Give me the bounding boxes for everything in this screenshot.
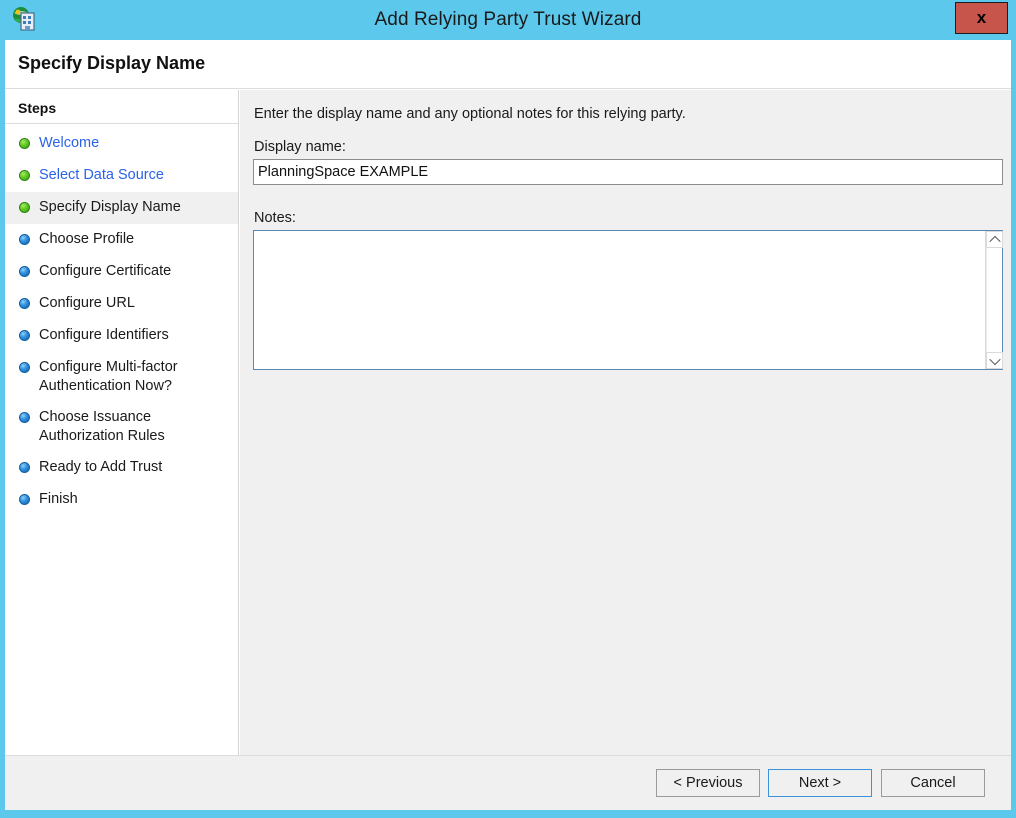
sidebar-item-label: Ready to Add Trust (39, 459, 163, 475)
page-title: Specify Display Name (18, 53, 206, 73)
display-name-input[interactable] (253, 159, 1003, 185)
notes-scrollbar[interactable] (985, 231, 1003, 369)
step-bullet-green-icon (19, 138, 30, 149)
step-bullet-blue-icon (19, 494, 30, 505)
chevron-up-icon (988, 235, 1001, 247)
sidebar-item-welcome[interactable]: Welcome (5, 128, 238, 160)
sidebar-item-label: Finish (39, 491, 78, 507)
intro-text: Enter the display name and any optional … (254, 106, 686, 122)
cancel-button[interactable]: Cancel (881, 769, 985, 797)
steps-heading: Steps (18, 100, 57, 116)
sidebar-item-configure-certificate[interactable]: Configure Certificate (5, 256, 238, 288)
notes-label: Notes: (254, 210, 296, 226)
notes-field (253, 230, 1003, 370)
steps-sidebar: Steps Welcome Select Data Source Specify D… (5, 90, 239, 810)
scroll-down-button[interactable] (986, 352, 1003, 369)
sidebar-item-configure-url[interactable]: Configure URL (5, 288, 238, 320)
sidebar-item-choose-issuance-authorization-rules[interactable]: Choose Issuance Authorization Rules (5, 402, 238, 452)
sidebar-item-configure-identifiers[interactable]: Configure Identifiers (5, 320, 238, 352)
sidebar-item-configure-multi-factor-authentication-now[interactable]: Configure Multi-factor Authentication No… (5, 352, 238, 402)
window-title: Add Relying Party Trust Wizard (374, 9, 642, 30)
sidebar-item-ready-to-add-trust[interactable]: Ready to Add Trust (5, 452, 238, 484)
sidebar-item-select-data-source[interactable]: Select Data Source (5, 160, 238, 192)
sidebar-divider (5, 123, 238, 124)
display-name-label: Display name: (254, 139, 346, 155)
previous-button[interactable]: < Previous (656, 769, 760, 797)
content-panel: Enter the display name and any optional … (240, 90, 1011, 810)
sidebar-item-finish[interactable]: Finish (5, 484, 238, 516)
sidebar-item-label: Choose Profile (39, 231, 135, 247)
step-bullet-blue-icon (19, 266, 30, 277)
step-bullet-green-icon (19, 170, 30, 181)
sidebar-item-label: Specify Display Name (39, 199, 181, 215)
page-header: Specify Display Name (5, 40, 1011, 89)
step-bullet-blue-icon (19, 462, 30, 473)
next-button[interactable]: Next > (768, 769, 872, 797)
close-button[interactable]: x (955, 2, 1008, 34)
sidebar-item-label: Configure Multi-factor Authentication No… (39, 359, 178, 394)
sidebar-item-label: Choose Issuance Authorization Rules (39, 409, 165, 444)
sidebar-item-label: Configure Certificate (39, 263, 172, 279)
scrollbar-track[interactable] (986, 248, 1002, 352)
sidebar-item-label: Configure URL (39, 295, 135, 311)
sidebar-item-specify-display-name[interactable]: Specify Display Name (5, 192, 238, 224)
step-bullet-blue-icon (19, 362, 30, 373)
step-bullet-green-icon (19, 202, 30, 213)
notes-input[interactable] (254, 231, 985, 369)
chevron-down-icon (988, 353, 1001, 365)
step-bullet-blue-icon (19, 298, 30, 309)
wizard-window: Add Relying Party Trust Wizard x Specify… (0, 0, 1016, 818)
sidebar-item-choose-profile[interactable]: Choose Profile (5, 224, 238, 256)
steps-list: Welcome Select Data Source Specify Display… (5, 128, 238, 516)
title-bar: Add Relying Party Trust Wizard x (0, 0, 1016, 40)
scroll-up-button[interactable] (986, 231, 1003, 248)
step-bullet-blue-icon (19, 330, 30, 341)
sidebar-item-label: Welcome (39, 135, 100, 151)
footer-bar: < Previous Next > Cancel (5, 756, 1011, 810)
sidebar-item-label: Select Data Source (39, 167, 164, 183)
step-bullet-blue-icon (19, 234, 30, 245)
client-area: Specify Display Name Steps Welcome Select… (5, 40, 1011, 810)
step-bullet-blue-icon (19, 412, 30, 423)
sidebar-item-label: Configure Identifiers (39, 327, 169, 343)
